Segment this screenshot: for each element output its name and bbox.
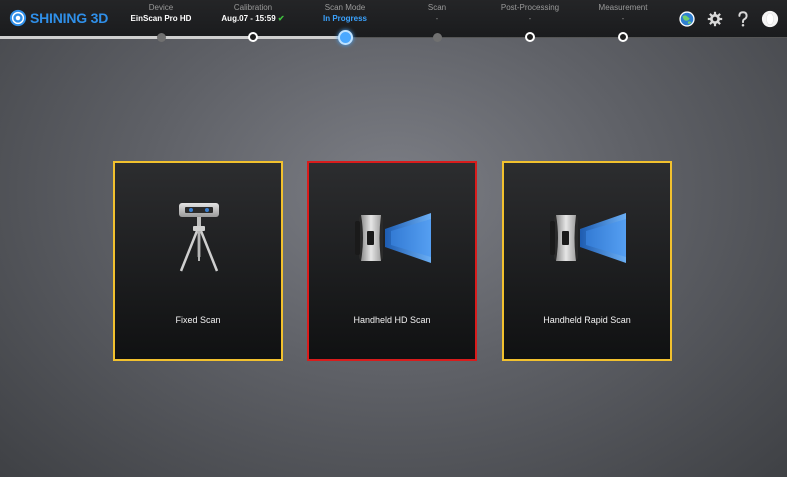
step-value: Aug.07 - 15:59 — [221, 14, 276, 23]
progress-node-scan — [433, 33, 442, 42]
mode-card-label: Handheld HD Scan — [353, 315, 431, 325]
handheld-scanner-icon — [355, 213, 431, 263]
handheld-scanner-icon — [550, 213, 626, 263]
step-measurement[interactable]: Measurement - — [568, 3, 678, 25]
progress-node-scan-mode — [338, 30, 353, 45]
brand-logo: SHINING 3D — [9, 9, 108, 27]
progress-track-remaining — [345, 37, 787, 38]
top-bar: SHINING 3D Device EinScan Pro HD Calibra… — [0, 0, 787, 38]
shining3d-logo-icon — [9, 9, 27, 27]
progress-track-completed — [0, 36, 345, 39]
help-icon[interactable] — [734, 10, 752, 28]
progress-node-measurement — [618, 32, 628, 42]
user-icon[interactable] — [761, 10, 779, 28]
brand-name: SHINING 3D — [30, 10, 109, 26]
globe-icon[interactable] — [678, 10, 696, 28]
check-icon: ✔ — [277, 14, 285, 23]
step-title: Measurement — [598, 3, 648, 12]
progress-node-post-processing — [525, 32, 535, 42]
mode-card-label: Fixed Scan — [175, 315, 221, 325]
tripod-scanner-icon — [179, 203, 219, 272]
mode-card-handheld-hd-scan[interactable]: Handheld HD Scan — [307, 161, 477, 361]
mode-card-handheld-rapid-scan[interactable]: Handheld Rapid Scan — [502, 161, 672, 361]
progress-node-device — [157, 33, 166, 42]
step-value: - — [621, 14, 625, 23]
progress-node-calibration — [248, 32, 258, 42]
gear-icon[interactable] — [706, 10, 724, 28]
mode-card-fixed-scan[interactable]: Fixed Scan — [113, 161, 283, 361]
mode-card-label: Handheld Rapid Scan — [543, 315, 631, 325]
